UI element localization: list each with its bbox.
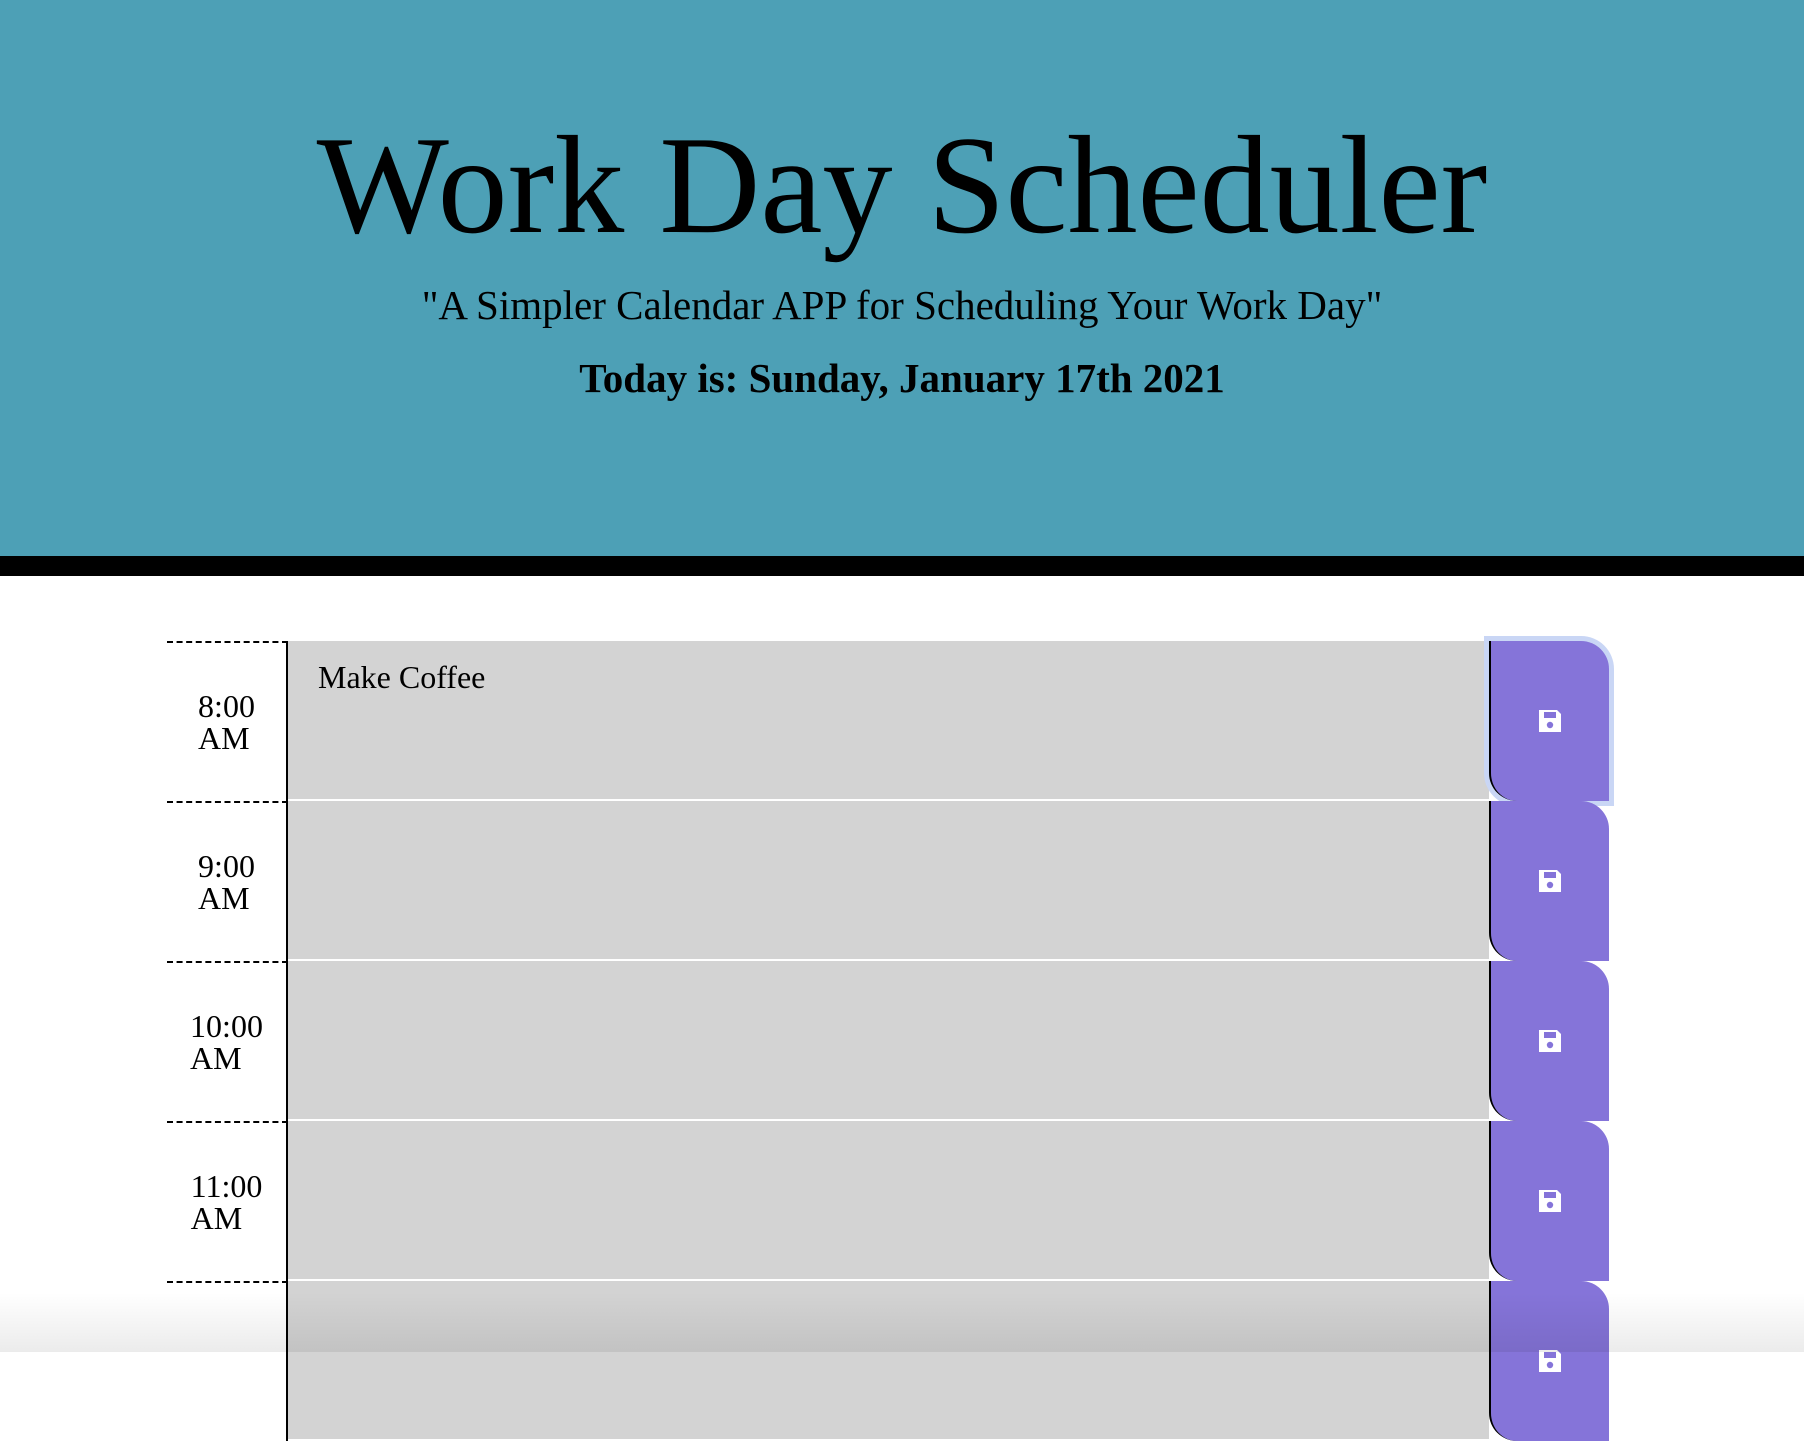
current-day: Today is: Sunday, January 17th 2021 — [0, 350, 1804, 406]
hour-label: 8:00 AM — [167, 641, 288, 801]
hour-label — [167, 1281, 288, 1441]
save-button[interactable] — [1489, 801, 1609, 961]
hour-time: 11:00 — [191, 1170, 263, 1202]
save-button[interactable] — [1489, 961, 1609, 1121]
event-description-input[interactable] — [288, 961, 1489, 1121]
time-block-row: 8:00 AM Make Coffee — [167, 641, 1609, 801]
save-button[interactable] — [1489, 1121, 1609, 1281]
time-block-row — [167, 1281, 1609, 1441]
page-title: Work Day Scheduler — [0, 96, 1804, 276]
hour-meridiem: AM — [198, 882, 255, 914]
hour-time: 8:00 — [198, 690, 255, 722]
hour-label: 9:00 AM — [167, 801, 288, 961]
hour-time: 10:00 — [190, 1010, 263, 1042]
hour-label: 10:00 AM — [167, 961, 288, 1121]
tagline: "A Simpler Calendar APP for Scheduling Y… — [0, 280, 1804, 330]
hour-meridiem: AM — [198, 722, 255, 754]
hour-meridiem: AM — [190, 1042, 263, 1074]
save-icon — [1536, 1027, 1564, 1055]
time-block-row: 9:00 AM — [167, 801, 1609, 961]
event-description-input[interactable] — [288, 801, 1489, 961]
current-day-prefix: Today is: — [579, 355, 748, 401]
scheduler: 8:00 AM Make Coffee 9:00 AM — [167, 641, 1609, 1441]
event-description-input[interactable]: Make Coffee — [288, 641, 1489, 801]
header: Work Day Scheduler "A Simpler Calendar A… — [0, 0, 1804, 576]
hour-label: 11:00 AM — [167, 1121, 288, 1281]
time-block-row: 11:00 AM — [167, 1121, 1609, 1281]
save-button[interactable] — [1489, 1281, 1609, 1441]
save-icon — [1536, 867, 1564, 895]
hour-meridiem: AM — [191, 1202, 263, 1234]
save-icon — [1536, 1187, 1564, 1215]
save-icon — [1536, 707, 1564, 735]
time-block-row: 10:00 AM — [167, 961, 1609, 1121]
save-button[interactable] — [1489, 641, 1609, 801]
current-day-date: Sunday, January 17th 2021 — [749, 355, 1225, 401]
save-icon — [1536, 1347, 1564, 1375]
event-description-input[interactable] — [288, 1121, 1489, 1281]
hour-time: 9:00 — [198, 850, 255, 882]
event-description-input[interactable] — [288, 1281, 1489, 1441]
